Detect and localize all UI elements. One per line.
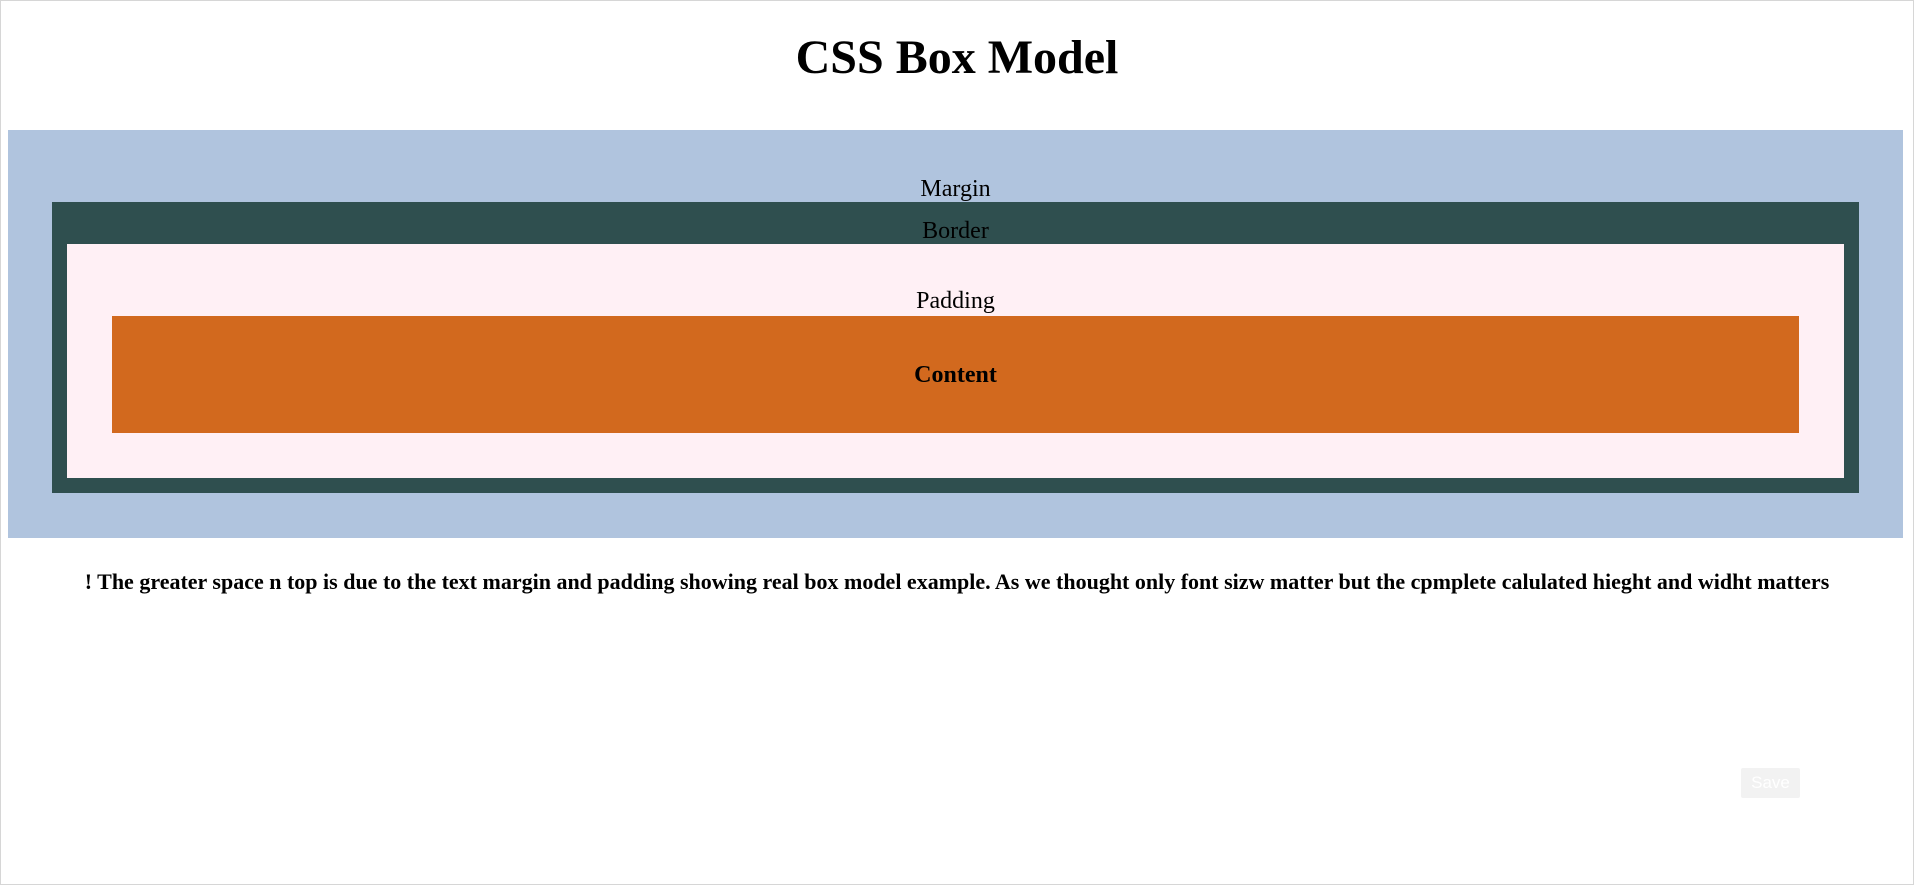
border-label: Border bbox=[922, 218, 989, 244]
content-label: Content bbox=[914, 361, 997, 388]
border-box: Border Padding Content bbox=[52, 202, 1859, 493]
margin-label: Margin bbox=[920, 176, 991, 202]
padding-box: Padding Content bbox=[67, 244, 1844, 478]
margin-box: Margin Border Padding Content bbox=[8, 130, 1903, 538]
explanation-note: ! The greater space n top is due to the … bbox=[84, 569, 1830, 594]
save-button[interactable]: Save bbox=[1741, 768, 1800, 798]
padding-label: Padding bbox=[916, 288, 995, 314]
content-box: Content bbox=[112, 316, 1799, 433]
page-title: CSS Box Model bbox=[795, 31, 1119, 84]
